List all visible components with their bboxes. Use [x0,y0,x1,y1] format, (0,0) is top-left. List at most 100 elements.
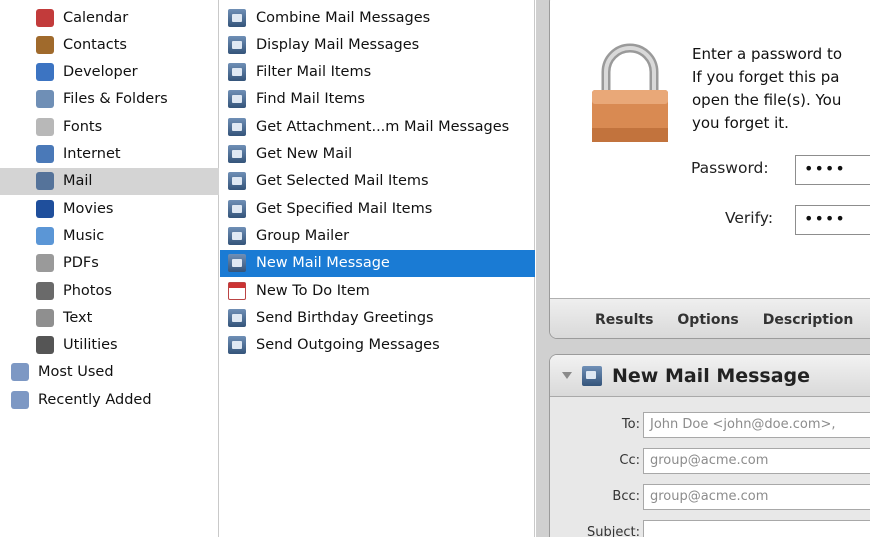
developer-icon [36,63,54,82]
verify-field[interactable]: •••• [795,205,870,235]
library-item[interactable]: Files & Folders [0,86,219,113]
message-line: open the file(s). You [692,91,842,109]
mail-action-icon [582,365,602,386]
library-item[interactable]: Movies [0,195,219,222]
action-item-label: Get New Mail [256,146,353,162]
action-item[interactable]: Find Mail Items [220,86,535,113]
mail-action-icon [228,254,246,273]
action-item[interactable]: Send Birthday Greetings [220,304,535,331]
action-item-label: Send Birthday Greetings [256,309,434,326]
message-line: you forget it. [692,114,789,132]
library-item-label: Calendar [63,9,129,26]
library-item[interactable]: Fonts [0,113,219,140]
action-item-label: New To Do Item [256,282,370,299]
library-item[interactable]: Internet [0,141,219,168]
subject-field[interactable] [643,520,870,537]
library-item-label: Internet [63,146,121,162]
action-title: New Mail Message [612,364,811,387]
library-item-label: Recently Added [38,391,152,408]
password-field[interactable]: •••• [795,155,870,185]
library-item-label: Files & Folders [63,91,168,108]
subject-label: Subject: [587,525,640,537]
library-item[interactable]: Music [0,222,219,249]
description-tab[interactable]: Description [763,312,854,328]
mail-icon [36,172,54,191]
actions-list[interactable]: Combine Mail Messages Display Mail Messag… [220,0,535,537]
action-item[interactable]: Group Mailer [220,222,535,249]
mail-action-icon [228,172,246,191]
library-item[interactable]: Calendar [0,4,219,31]
photos-icon [36,281,54,300]
library-item-label: Mail [63,173,93,190]
action-footer-tabs: Results Options Description [550,298,870,338]
action-item-label: Send Outgoing Messages [256,337,440,354]
action-item-label: Get Specified Mail Items [256,200,433,217]
mail-action-icon [228,63,246,82]
mail-action-icon [228,199,246,218]
action-item-label: Find Mail Items [256,91,365,108]
cc-field[interactable]: group@acme.com [643,448,870,474]
library-item-label: PDFs [63,255,99,272]
contacts-icon [36,35,54,54]
library-item-label: Music [63,227,105,244]
disclosure-triangle-icon[interactable] [562,372,572,379]
library-item[interactable]: Recently Added [0,386,219,413]
calendar-icon [36,8,54,27]
smart-folder-icon [11,390,29,409]
library-item[interactable]: PDFs [0,250,219,277]
options-tab[interactable]: Options [677,312,738,328]
library-item[interactable]: Mail [0,167,219,195]
to-field[interactable]: John Doe <john@doe.com>, [643,412,870,438]
text-icon [36,308,54,327]
utilities-icon [36,336,54,355]
message-line: If you forget this pa [692,68,840,86]
library-item-label: Fonts [63,118,103,135]
action-item[interactable]: Get Attachment...m Mail Messages [220,113,535,140]
cc-label: Cc: [619,453,640,468]
mail-action-icon [228,145,246,163]
library-item-label: Text [63,309,93,326]
library-item-label: Developer [63,64,138,81]
library-item[interactable]: Contacts [0,31,219,58]
library-item[interactable]: Most Used [0,359,219,386]
action-item[interactable]: Display Mail Messages [220,31,535,58]
password-action-body: Enter a password to If you forget this p… [550,0,870,298]
pdfs-icon [36,254,54,273]
mail-action-icon [228,308,246,327]
library-item[interactable]: Utilities [0,332,219,359]
library-list[interactable]: Calendar Contacts Developer Files & Folders… [0,0,219,537]
library-item[interactable]: Developer [0,59,219,86]
library-item[interactable]: Photos [0,277,219,304]
action-item[interactable]: New Mail Message [220,249,535,277]
new-mail-message-body: To: John Doe <john@doe.com>, Cc: group@a… [550,397,870,537]
music-icon [36,226,54,245]
action-item[interactable]: New To Do Item [220,277,535,304]
library-item-label: Photos [63,282,112,299]
password-action-card: Enter a password to If you forget this p… [549,0,870,339]
action-item-label: Filter Mail Items [256,64,372,81]
internet-icon [36,145,54,163]
action-item[interactable]: Get Selected Mail Items [220,168,535,195]
library-item[interactable]: Text [0,304,219,331]
mail-action-icon [228,117,246,136]
lock-icon [592,43,668,142]
bcc-field[interactable]: group@acme.com [643,484,870,510]
mail-action-icon [228,336,246,355]
action-item[interactable]: Send Outgoing Messages [220,332,535,359]
verify-label: Verify: [725,209,774,227]
results-tab[interactable]: Results [595,312,653,328]
bcc-label: Bcc: [612,489,640,504]
files-folders-icon [36,90,54,109]
action-item[interactable]: Combine Mail Messages [220,4,535,31]
library-item-label: Movies [63,200,114,217]
library-item-label: Most Used [38,364,114,381]
mail-action-icon [228,35,246,54]
workflow-area: Enter a password to If you forget this p… [536,0,870,537]
action-item[interactable]: Filter Mail Items [220,59,535,86]
action-item-label: Group Mailer [256,227,350,244]
library-item-label: Utilities [63,337,118,354]
new-mail-message-header[interactable]: New Mail Message [550,355,870,397]
message-line: Enter a password to [692,45,843,63]
action-item[interactable]: Get New Mail [220,141,535,168]
action-item[interactable]: Get Specified Mail Items [220,195,535,222]
